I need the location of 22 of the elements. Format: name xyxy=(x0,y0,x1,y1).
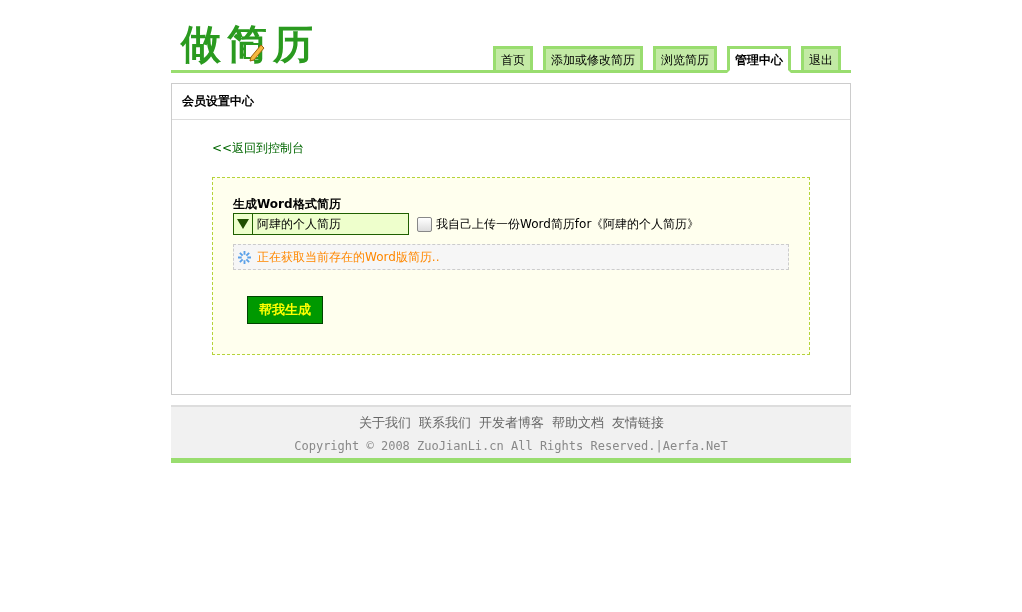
dropdown-arrow-icon xyxy=(237,219,249,229)
nav-tab[interactable]: 浏览简历 xyxy=(653,46,717,73)
panel-title: 会员设置中心 xyxy=(172,84,850,120)
footer-link[interactable]: 帮助文档 xyxy=(551,414,604,432)
copyright-text: Copyright © 2008 ZuoJianLi.cn All Rights Reserved.|Aerfa.NeT xyxy=(293,439,729,453)
checkbox-label: 我自己上传一份Word简历for《阿肆的个人简历》 xyxy=(436,215,700,233)
back-link[interactable]: <<返回到控制台 xyxy=(212,141,305,155)
footer-link[interactable]: 联系我们 xyxy=(418,414,471,432)
generate-button[interactable]: 帮我生成 xyxy=(247,296,323,324)
nav-tab[interactable]: 添加或修改简历 xyxy=(543,46,643,73)
footer-link[interactable]: 开发者博客 xyxy=(478,414,544,432)
nav-tab[interactable]: 管理中心 xyxy=(727,46,791,73)
loading-spinner-icon xyxy=(238,250,251,264)
resume-select[interactable]: 阿肆的个人简历 xyxy=(233,213,409,235)
footer-link[interactable]: 关于我们 xyxy=(358,414,411,432)
checkbox[interactable] xyxy=(417,216,432,232)
section-title: 生成Word格式简历 xyxy=(233,196,342,213)
status-text: 正在获取当前存在的Word版简历.. xyxy=(257,248,440,266)
pencil-icon xyxy=(243,40,265,62)
nav-tab[interactable]: 首页 xyxy=(493,46,533,73)
footer-link[interactable]: 友情链接 xyxy=(611,414,664,432)
nav-tab[interactable]: 退出 xyxy=(801,46,841,73)
